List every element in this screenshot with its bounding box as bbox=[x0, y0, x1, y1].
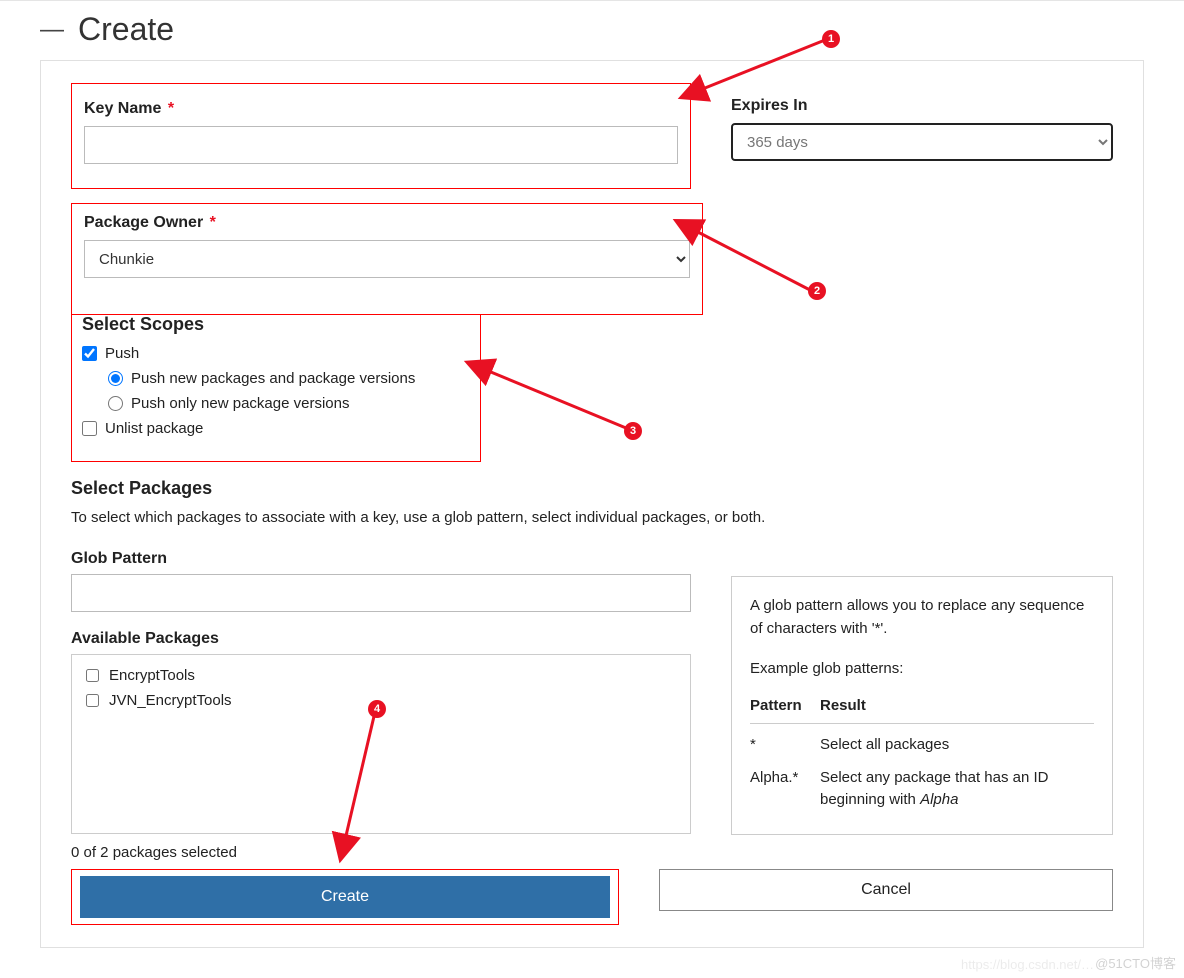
glob-examples-table: Pattern Result * Select all packages Alp… bbox=[750, 695, 1094, 812]
owner-label: Package Owner * bbox=[84, 214, 690, 232]
pattern-cell: * bbox=[750, 724, 820, 757]
package-checkbox[interactable] bbox=[86, 694, 99, 707]
glob-input[interactable] bbox=[71, 574, 691, 612]
scopes-heading: Select Scopes bbox=[82, 314, 470, 335]
push-checkbox[interactable] bbox=[82, 346, 97, 361]
key-name-label: Key Name * bbox=[84, 100, 678, 118]
create-form-panel: Key Name * Expires In 365 days Packag bbox=[40, 60, 1144, 948]
list-item: EncryptTools bbox=[86, 667, 676, 684]
help-intro: A glob pattern allows you to replace any… bbox=[750, 595, 1094, 640]
push-ver-radio[interactable] bbox=[108, 396, 123, 411]
push-label: Push bbox=[105, 345, 139, 362]
list-item: JVN_EncryptTools bbox=[86, 692, 676, 709]
result-cell: Select all packages bbox=[820, 724, 1094, 757]
unlist-label: Unlist package bbox=[105, 420, 203, 437]
available-packages-list: EncryptTools JVN_EncryptTools bbox=[71, 654, 691, 834]
callout-box-3: Select Scopes Push Push new packages and… bbox=[71, 314, 481, 462]
unlist-checkbox[interactable] bbox=[82, 421, 97, 436]
package-name: EncryptTools bbox=[109, 667, 195, 684]
pattern-cell: Alpha.* bbox=[750, 757, 820, 812]
page-title: Create bbox=[78, 11, 174, 48]
selection-counter: 0 of 2 packages selected bbox=[71, 844, 691, 861]
key-name-input[interactable] bbox=[84, 126, 678, 164]
col-pattern: Pattern bbox=[750, 695, 820, 724]
available-label: Available Packages bbox=[71, 630, 691, 648]
section-header[interactable]: — Create bbox=[40, 11, 1144, 48]
cancel-button[interactable]: Cancel bbox=[659, 869, 1113, 911]
watermark: @51CTO博客 bbox=[1095, 953, 1176, 972]
package-checkbox[interactable] bbox=[86, 669, 99, 682]
glob-help-box: A glob pattern allows you to replace any… bbox=[731, 576, 1113, 835]
result-cell: Select any package that has an ID beginn… bbox=[820, 757, 1094, 812]
package-name: JVN_EncryptTools bbox=[109, 692, 232, 709]
watermark-faint: https://blog.csdn.net/… bbox=[961, 957, 1094, 972]
callout-box-1: Key Name * bbox=[71, 83, 691, 189]
col-result: Result bbox=[820, 695, 1094, 724]
callout-box-4: Create bbox=[71, 869, 619, 925]
glob-label: Glob Pattern bbox=[71, 550, 691, 568]
minus-icon: — bbox=[40, 18, 64, 42]
push-ver-label: Push only new package versions bbox=[131, 395, 349, 412]
expires-select[interactable]: 365 days bbox=[731, 123, 1113, 161]
packages-heading: Select Packages bbox=[71, 478, 1113, 499]
create-button[interactable]: Create bbox=[80, 876, 610, 918]
help-examples-heading: Example glob patterns: bbox=[750, 658, 1094, 681]
push-new-radio[interactable] bbox=[108, 371, 123, 386]
owner-select[interactable]: Chunkie bbox=[84, 240, 690, 278]
expires-label: Expires In bbox=[731, 97, 1113, 115]
packages-desc: To select which packages to associate wi… bbox=[71, 509, 1113, 526]
callout-box-2: Package Owner * Chunkie bbox=[71, 203, 703, 315]
push-new-label: Push new packages and package versions bbox=[131, 370, 415, 387]
